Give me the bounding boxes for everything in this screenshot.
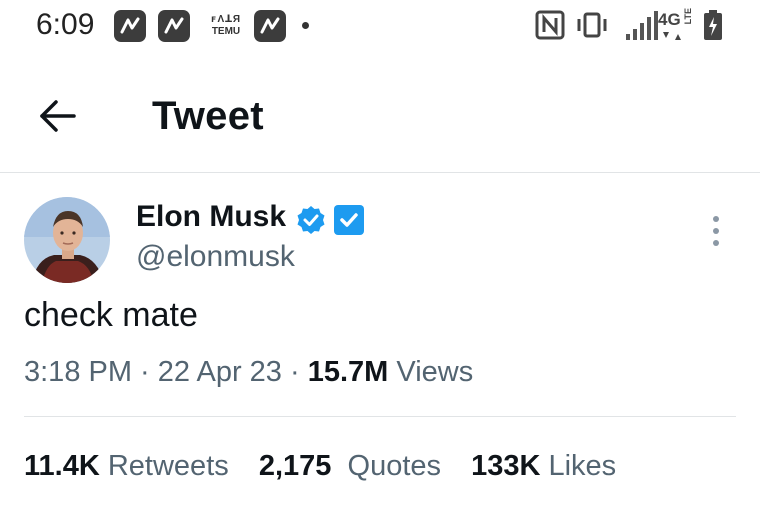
notification-dot-icon (302, 22, 309, 29)
quotes-stat[interactable]: 2,175 Quotes (259, 450, 441, 483)
data-arrows-icon (663, 32, 681, 40)
twitter-blue-badge-icon (334, 205, 364, 235)
quotes-label: Quotes (347, 450, 442, 482)
avatar[interactable] (24, 197, 110, 283)
retweets-stat[interactable]: 11.4K Retweets (24, 450, 229, 483)
views-label: Views (396, 356, 474, 388)
n-app-icon (158, 10, 190, 42)
vibrate-icon (577, 12, 607, 38)
likes-label: Likes (548, 450, 617, 482)
page-title: Tweet (152, 94, 264, 138)
retweets-count: 11.4K (24, 450, 100, 482)
meta-separator: · (132, 356, 158, 388)
temu-icon-label-top: ꜰɅꓕЯ (210, 14, 242, 25)
battery-charging-icon (704, 10, 722, 40)
status-bar: 6:09 ꜰɅꓕЯ TEMU 4G LTE (0, 0, 760, 60)
arrow-left-icon[interactable] (36, 94, 80, 138)
top-app-bar: Tweet (0, 60, 760, 173)
meta-separator: · (281, 356, 308, 388)
signal-icon (626, 11, 658, 40)
divider (24, 416, 736, 417)
views-count: 15.7M (307, 356, 389, 388)
n-app-icon (254, 10, 286, 42)
more-vertical-icon[interactable] (700, 212, 732, 250)
temu-icon-label: TEMU (211, 26, 241, 37)
tweet-meta: 3:18 PM · 22 Apr 23 · 15.7M Views (24, 356, 473, 389)
status-time: 6:09 (36, 8, 95, 41)
author-name[interactable]: Elon Musk (136, 200, 286, 234)
likes-count: 133K (471, 450, 541, 482)
network-sub-label: LTE (683, 8, 693, 25)
n-app-icon (114, 10, 146, 42)
verified-check-icon (297, 206, 325, 234)
nfc-icon (535, 10, 565, 40)
tweet-date[interactable]: 22 Apr 23 (158, 356, 282, 388)
quotes-count: 2,175 (258, 450, 332, 482)
tweet-time[interactable]: 3:18 PM (24, 356, 132, 388)
tweet-stats: 11.4K Retweets 2,175 Quotes 133K Likes (24, 450, 638, 483)
author-handle[interactable]: @elonmusk (136, 240, 295, 274)
retweets-label: Retweets (107, 450, 229, 482)
network-type-label: 4G (658, 10, 681, 29)
temu-icon: ꜰɅꓕЯ TEMU (206, 14, 246, 38)
likes-stat[interactable]: 133K Likes (471, 450, 616, 483)
tweet-text: check mate (24, 296, 198, 334)
